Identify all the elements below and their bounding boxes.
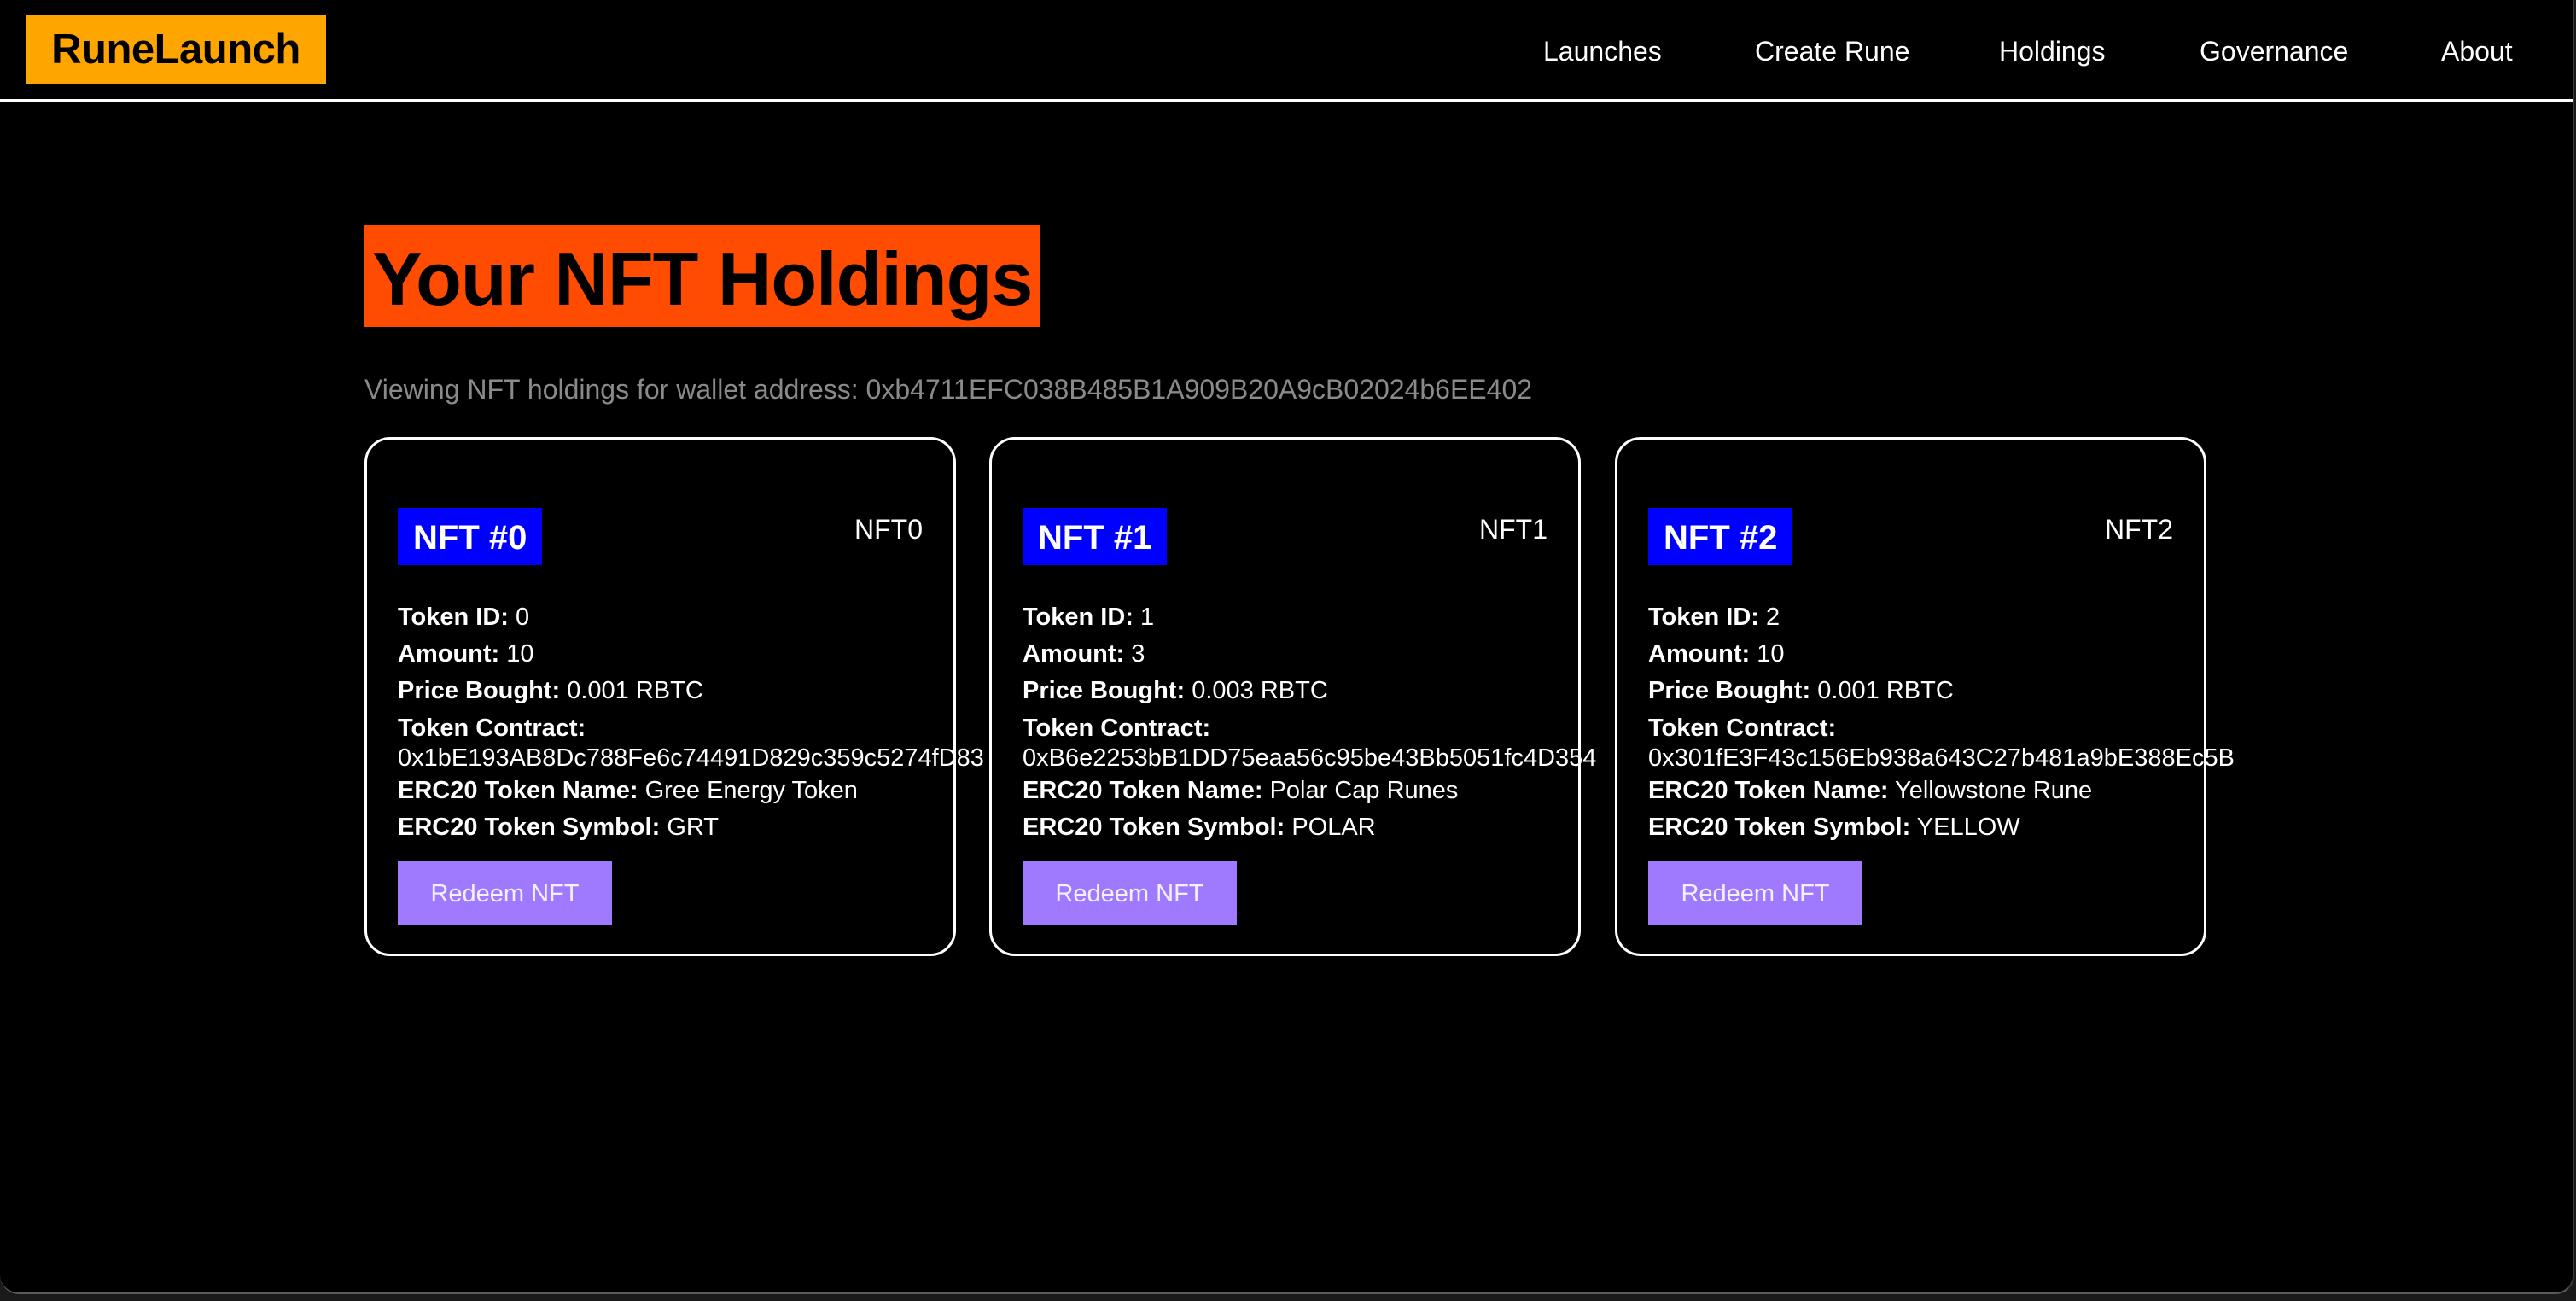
erc20-name-label: ERC20 Token Name: bbox=[398, 777, 638, 804]
amount-row: Amount: 10 bbox=[398, 636, 984, 673]
erc20-symbol-label: ERC20 Token Symbol: bbox=[1023, 814, 1285, 841]
redeem-nft-button[interactable]: Redeem NFT bbox=[1648, 861, 1862, 925]
page-title: Your NFT Holdings bbox=[364, 225, 1041, 327]
top-navbar: RuneLaunch Launches Create Rune Holdings… bbox=[0, 0, 2573, 102]
amount-label: Amount: bbox=[1023, 640, 1125, 668]
erc20-symbol-value: GRT bbox=[667, 814, 720, 841]
erc20-name-value: Polar Cap Runes bbox=[1269, 777, 1459, 804]
nft-badge: NFT #2 bbox=[1648, 508, 1793, 565]
nft-card: NFT #2 NFT2 Token ID: 2 Amount: 10 Price… bbox=[1615, 437, 2235, 956]
token-id-label: Token ID: bbox=[1023, 604, 1134, 631]
contract-value: 0x301fE3F43c156Eb938a643C27b481a9bE388Ec… bbox=[1648, 744, 2235, 772]
nft-badge: NFT #0 bbox=[398, 508, 543, 565]
token-id-value: 1 bbox=[1140, 604, 1155, 631]
erc20-symbol-label: ERC20 Token Symbol: bbox=[1648, 814, 1911, 841]
token-id-row: Token ID: 0 bbox=[398, 599, 984, 636]
nav-create-rune[interactable]: Create Rune bbox=[1755, 31, 1909, 72]
amount-value: 10 bbox=[1757, 640, 1785, 668]
price-label: Price Bought: bbox=[1023, 677, 1186, 704]
nft-details: Token ID: 0 Amount: 10 Price Bought: 0.0… bbox=[398, 599, 984, 846]
contract-label: Token Contract: bbox=[1648, 715, 1837, 742]
erc20-symbol-value: YELLOW bbox=[1916, 814, 2020, 841]
nav-about[interactable]: About bbox=[2441, 31, 2513, 72]
erc20-name-row: ERC20 Token Name: Polar Cap Runes bbox=[1023, 773, 1596, 809]
erc20-name-value: Yellowstone Rune bbox=[1895, 777, 2093, 804]
token-id-label: Token ID: bbox=[1648, 604, 1759, 631]
amount-row: Amount: 3 bbox=[1023, 636, 1596, 673]
token-id-label: Token ID: bbox=[398, 604, 509, 631]
nft-card: NFT #0 NFT0 Token ID: 0 Amount: 10 Price… bbox=[364, 437, 984, 956]
price-label: Price Bought: bbox=[1648, 677, 1811, 704]
app-logo[interactable]: RuneLaunch bbox=[26, 15, 326, 84]
erc20-symbol-row: ERC20 Token Symbol: POLAR bbox=[1023, 809, 1596, 846]
erc20-symbol-value: POLAR bbox=[1291, 814, 1376, 841]
nft-details: Token ID: 1 Amount: 3 Price Bought: 0.00… bbox=[1023, 599, 1596, 846]
erc20-name-row: ERC20 Token Name: Gree Energy Token bbox=[398, 773, 984, 809]
price-value: 0.001 RBTC bbox=[1817, 677, 1954, 704]
token-id-row: Token ID: 2 bbox=[1648, 599, 2235, 636]
contract-label: Token Contract: bbox=[1023, 715, 1211, 742]
erc20-symbol-row: ERC20 Token Symbol: YELLOW bbox=[1648, 809, 2235, 846]
nft-card: NFT #1 NFT1 Token ID: 1 Amount: 3 Price … bbox=[989, 437, 1596, 956]
amount-row: Amount: 10 bbox=[1648, 636, 2235, 673]
erc20-name-row: ERC20 Token Name: Yellowstone Rune bbox=[1648, 773, 2235, 809]
price-value: 0.001 RBTC bbox=[567, 677, 703, 704]
amount-value: 10 bbox=[506, 640, 534, 668]
erc20-name-label: ERC20 Token Name: bbox=[1648, 777, 1889, 804]
redeem-nft-button[interactable]: Redeem NFT bbox=[1023, 861, 1237, 925]
price-row: Price Bought: 0.001 RBTC bbox=[1648, 673, 2235, 709]
nav-holdings[interactable]: Holdings bbox=[1999, 31, 2106, 72]
contract-row: Token Contract: bbox=[398, 709, 984, 744]
amount-label: Amount: bbox=[398, 640, 500, 668]
price-row: Price Bought: 0.003 RBTC bbox=[1023, 673, 1596, 709]
browser-window: RuneLaunch Launches Create Rune Holdings… bbox=[0, 0, 2574, 1294]
erc20-name-label: ERC20 Token Name: bbox=[1023, 777, 1263, 804]
token-id-value: 0 bbox=[516, 604, 530, 631]
erc20-symbol-label: ERC20 Token Symbol: bbox=[398, 814, 661, 841]
price-label: Price Bought: bbox=[398, 677, 561, 704]
price-row: Price Bought: 0.001 RBTC bbox=[398, 673, 984, 709]
nav-launches[interactable]: Launches bbox=[1543, 31, 1662, 72]
nft-details: Token ID: 2 Amount: 10 Price Bought: 0.0… bbox=[1648, 599, 2235, 846]
redeem-nft-button[interactable]: Redeem NFT bbox=[398, 861, 612, 925]
contract-value: 0xB6e2253bB1DD75eaa56c95be43Bb5051fc4D35… bbox=[1023, 744, 1597, 772]
token-id-value: 2 bbox=[1766, 604, 1780, 631]
nft-name: NFT0 bbox=[854, 514, 923, 545]
nft-name: NFT2 bbox=[2105, 514, 2173, 545]
nft-badge: NFT #1 bbox=[1023, 508, 1168, 565]
nft-name: NFT1 bbox=[1479, 514, 1547, 545]
nav-governance[interactable]: Governance bbox=[2200, 31, 2348, 72]
erc20-symbol-row: ERC20 Token Symbol: GRT bbox=[398, 809, 984, 846]
erc20-name-value: Gree Energy Token bbox=[644, 777, 858, 804]
amount-label: Amount: bbox=[1648, 640, 1751, 668]
price-value: 0.003 RBTC bbox=[1192, 677, 1328, 704]
contract-label: Token Contract: bbox=[398, 715, 586, 742]
amount-value: 3 bbox=[1131, 640, 1145, 668]
contract-value: 0x1bE193AB8Dc788Fe6c74491D829c359c5274fD… bbox=[398, 744, 984, 772]
contract-row: Token Contract: bbox=[1648, 709, 2235, 744]
contract-row: Token Contract: bbox=[1023, 709, 1596, 744]
wallet-address-subtitle: Viewing NFT holdings for wallet address:… bbox=[364, 374, 1533, 405]
token-id-row: Token ID: 1 bbox=[1023, 599, 1596, 636]
